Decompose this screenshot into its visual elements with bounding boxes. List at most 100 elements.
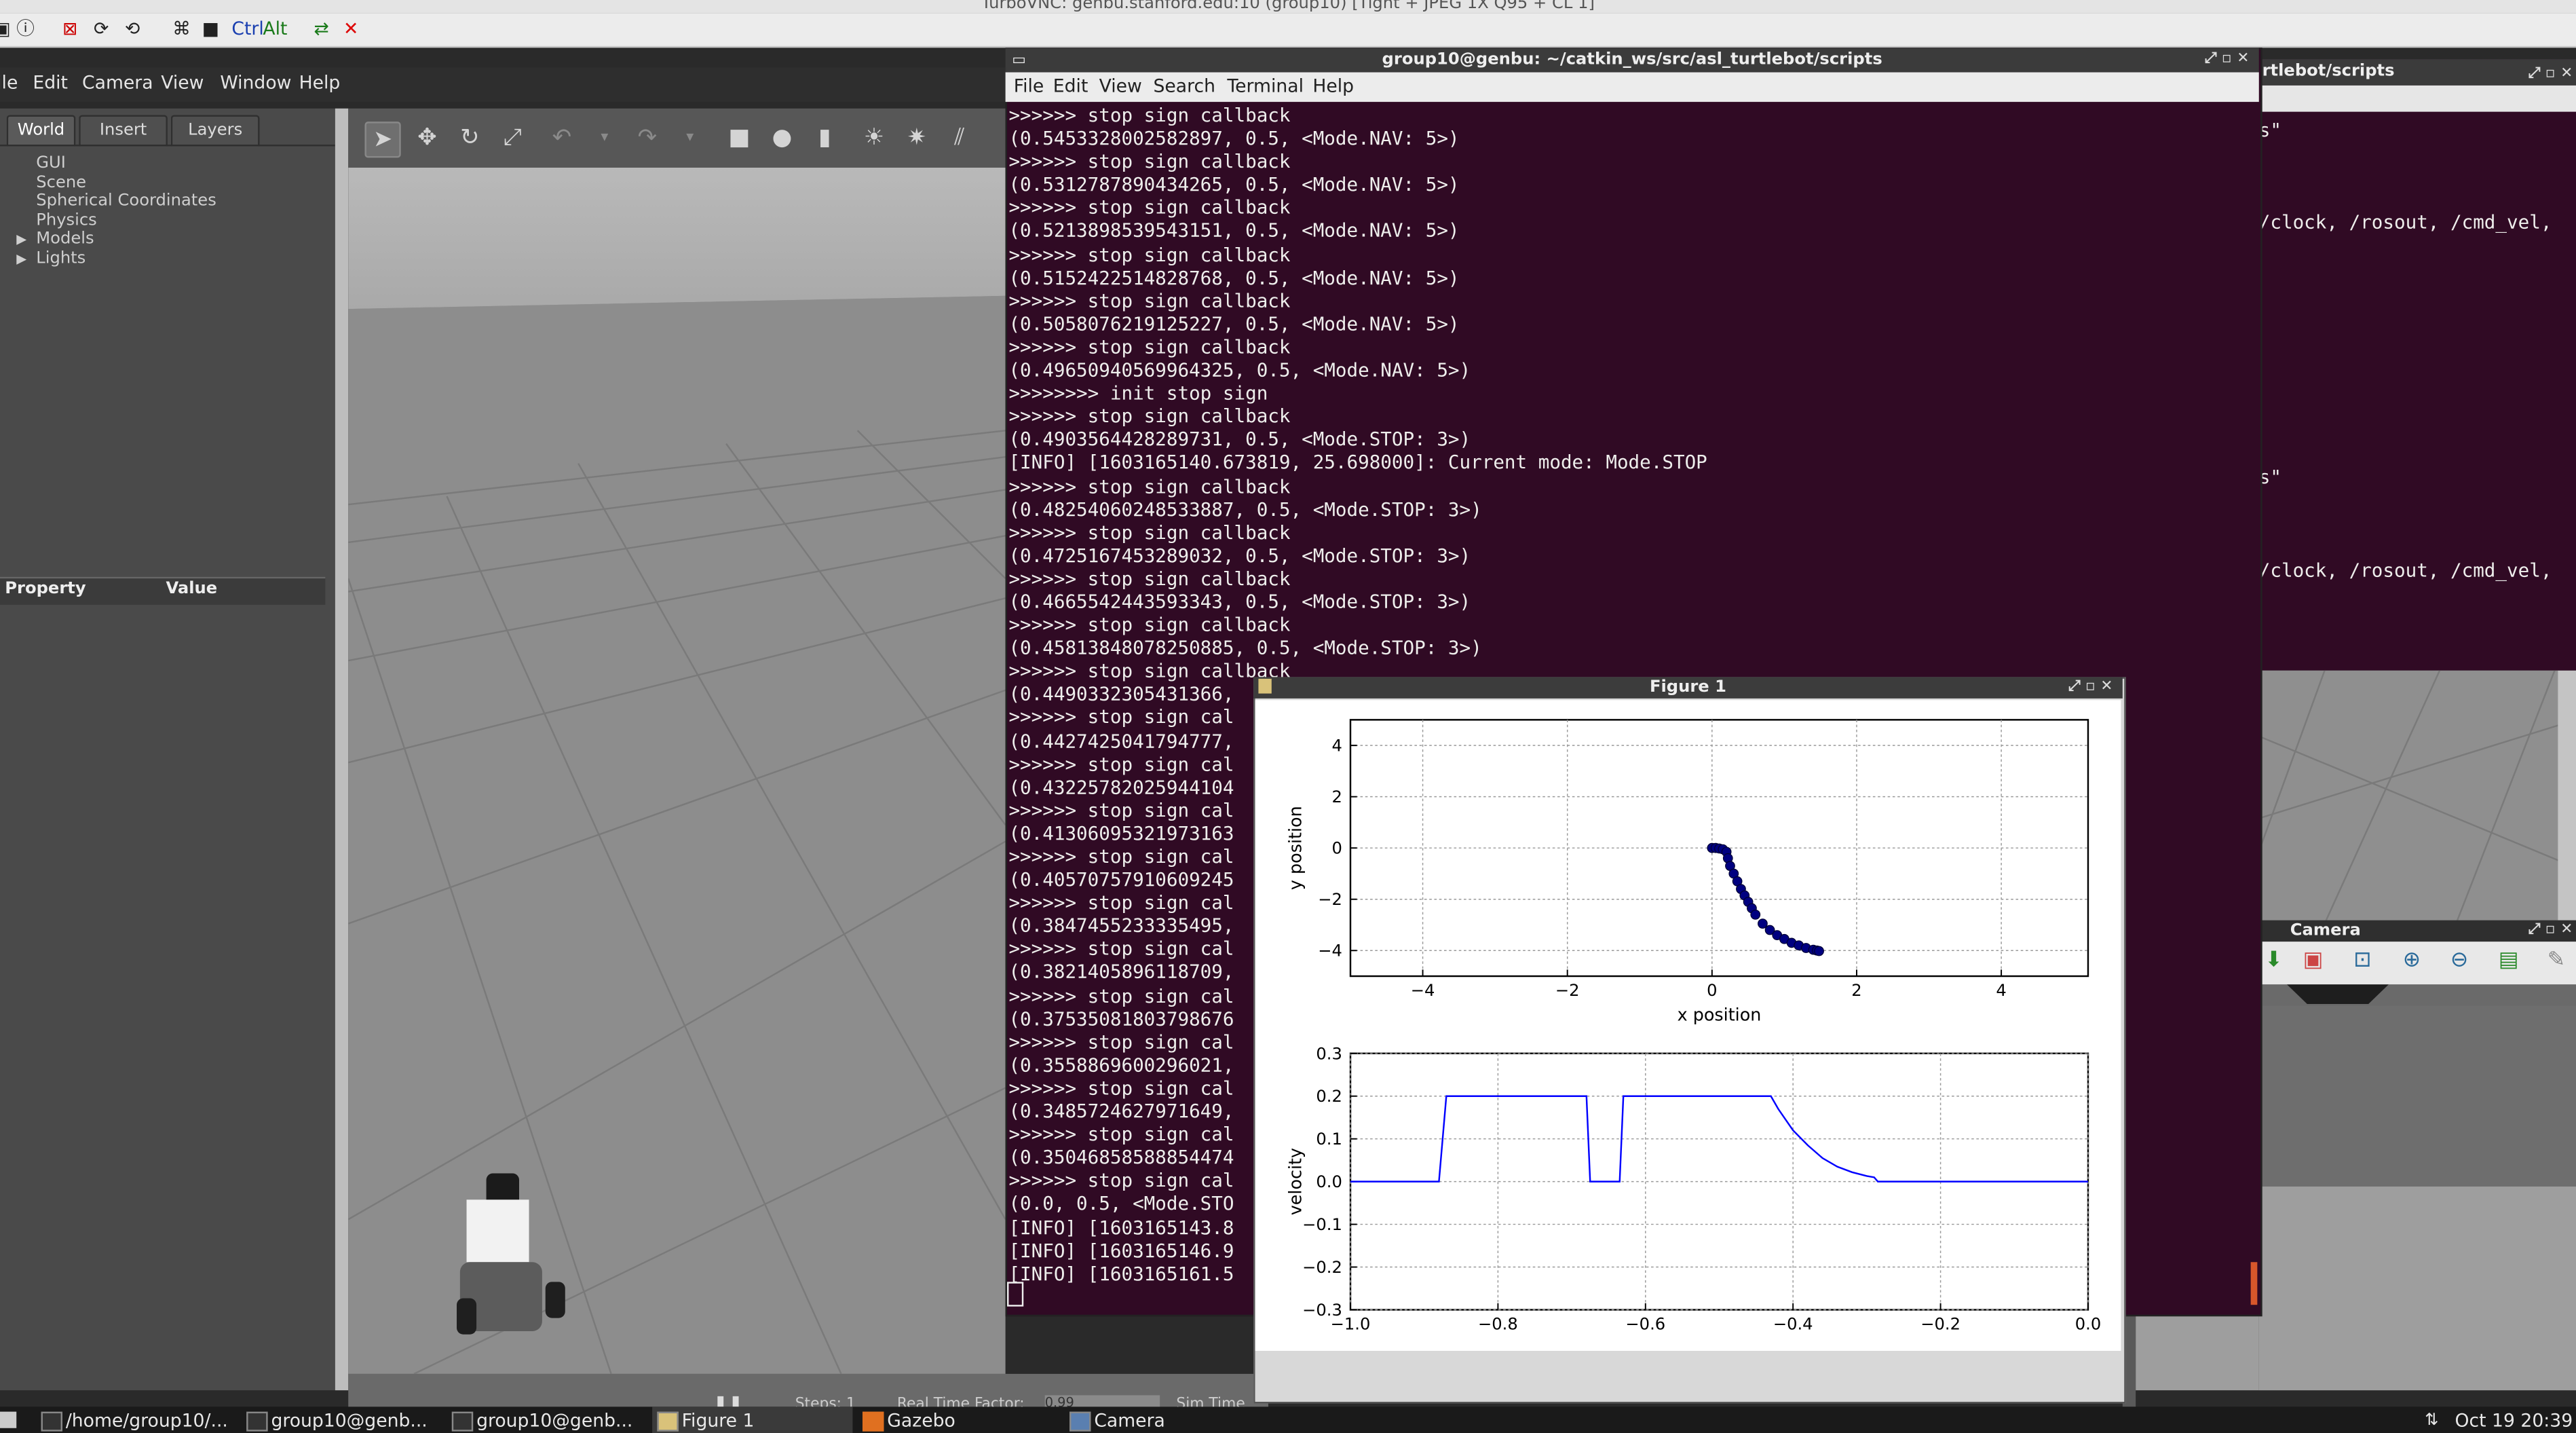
back-arrow-icon[interactable]: ⬇ xyxy=(2259,946,2289,976)
plot-1-xtick-label: −0.6 xyxy=(1625,1315,1665,1334)
info-icon[interactable]: ⓘ xyxy=(16,18,35,41)
disconnect-icon[interactable]: ✕ xyxy=(343,18,358,41)
task-figure-1[interactable]: Figure 1 xyxy=(652,1407,853,1433)
gazebo-3d-viewport[interactable] xyxy=(348,167,1006,1374)
terminal-menu-edit[interactable]: Edit xyxy=(1053,75,1088,96)
zoom-out-icon[interactable]: ⊖ xyxy=(2444,946,2474,976)
menu-window[interactable]: Window xyxy=(220,73,291,94)
tree-item-lights[interactable]: Lights xyxy=(36,249,86,268)
undo-icon[interactable]: ↶ xyxy=(546,122,578,154)
trajectory-point xyxy=(1758,918,1768,929)
terminal-title: group10@genbu: ~/catkin_ws/src/asl_turtl… xyxy=(1382,51,1882,69)
plot-1-ylabel: velocity xyxy=(1285,1148,1305,1215)
camera-feed-floor xyxy=(2258,1186,2576,1391)
settings-icon[interactable]: ✎ xyxy=(2541,946,2571,976)
expand-lights-icon[interactable]: ▶ xyxy=(16,249,26,268)
terminal-line: (0.48254060248533887, 0.5, <Mode.STOP: 3… xyxy=(1008,497,1482,521)
rotate-mode-icon[interactable]: ↻ xyxy=(453,122,486,154)
refresh-lossless-icon[interactable]: ⟲ xyxy=(125,18,140,41)
terminal-scrollbar[interactable] xyxy=(2250,1262,2258,1305)
panel-splitter[interactable] xyxy=(335,108,349,1391)
plot-1-ytick-label: −0.2 xyxy=(1302,1258,1342,1277)
disk-icon[interactable]: ▣ xyxy=(0,18,11,41)
task-terminal-1[interactable]: group10@genb... xyxy=(242,1407,428,1433)
terminal-line: (0.5453328002582897, 0.5, <Mode.NAV: 5>) xyxy=(1008,126,1460,150)
refresh-icon[interactable]: ⟳ xyxy=(94,18,109,41)
terminal-menu-search[interactable]: Search xyxy=(1153,75,1215,96)
terminal-menu-terminal[interactable]: Terminal xyxy=(1227,75,1304,96)
task-home-folder-label: /home/group10/... xyxy=(65,1410,228,1432)
save-icon[interactable]: ▤ xyxy=(2494,946,2524,976)
directional-light-icon[interactable]: ⫽ xyxy=(943,122,976,154)
terminal-task-icon xyxy=(451,1411,474,1432)
terminal-line: (0.4903564428289731, 0.5, <Mode.STOP: 3>… xyxy=(1008,428,1471,451)
plot-0-ytick-label: 2 xyxy=(1332,787,1342,806)
tab-insert[interactable]: Insert xyxy=(79,115,168,147)
background-terminal-title: rtlebot/scripts ⤢ ▫ ✕ xyxy=(2258,59,2576,88)
task-gazebo[interactable]: Gazebo xyxy=(858,1407,955,1433)
menu-file[interactable]: ile xyxy=(0,73,18,94)
tree-item-physics[interactable]: Physics xyxy=(36,211,97,230)
redo-history-icon[interactable]: ▾ xyxy=(674,122,706,154)
select-mode-icon[interactable]: ➤ xyxy=(364,122,401,158)
terminal-menu-help[interactable]: Help xyxy=(1312,75,1354,96)
translate-mode-icon[interactable]: ✥ xyxy=(411,122,443,154)
image-icon[interactable]: ▣ xyxy=(2298,946,2328,976)
terminal-line: >>>>>> stop sign callback xyxy=(1008,289,1291,312)
ctrl-alt-del-icon[interactable]: ⌘ xyxy=(172,18,191,41)
expand-models-icon[interactable]: ▶ xyxy=(16,230,26,249)
figure-title-bar: Figure 1 ⤢ ▫ ✕ xyxy=(1253,677,2123,699)
tree-item-scene[interactable]: Scene xyxy=(36,173,86,192)
terminal-line: >>>>>> stop sign callback xyxy=(1008,613,1291,637)
gazebo-left-panel xyxy=(0,108,335,1391)
tree-item-spherical-coordinates[interactable]: Spherical Coordinates xyxy=(36,192,216,211)
turtlebot-model[interactable] xyxy=(450,1170,598,1351)
fullscreen-icon[interactable]: ⊠ xyxy=(62,18,77,41)
terminal-menu-view[interactable]: View xyxy=(1099,75,1142,96)
window-controls-icon[interactable]: ⤢ ▫ ✕ xyxy=(2528,61,2573,88)
terminal-window-controls-icon[interactable]: ⤢ ▫ ✕ xyxy=(2205,48,2250,72)
transfer-icon[interactable]: ⇄ xyxy=(314,18,328,41)
terminal-menu-file[interactable]: File xyxy=(1014,75,1044,96)
tree-item-gui[interactable]: GUI xyxy=(36,155,66,174)
task-camera-label: Camera xyxy=(1094,1410,1165,1432)
task-terminal-2[interactable]: group10@genb... xyxy=(447,1407,632,1433)
menu-edit[interactable]: Edit xyxy=(33,73,68,94)
menu-camera[interactable]: Camera xyxy=(82,73,153,94)
terminal-line: /clock, /rosout, /cmd_vel, xyxy=(2258,210,2552,234)
redo-icon[interactable]: ↷ xyxy=(631,122,664,154)
task-home-folder[interactable]: /home/group10/... xyxy=(36,1407,228,1433)
tree-item-models[interactable]: Models xyxy=(36,230,94,249)
tab-layers[interactable]: Layers xyxy=(170,115,260,147)
menu-start-icon[interactable] xyxy=(0,1411,17,1428)
plot-1-xtick-label: −0.8 xyxy=(1478,1315,1518,1334)
zoom-fit-icon[interactable]: ⊡ xyxy=(2347,946,2377,976)
ctrl-key-button[interactable]: Ctrl xyxy=(231,18,263,41)
undo-history-icon[interactable]: ▾ xyxy=(588,122,621,154)
zoom-in-icon[interactable]: ⊕ xyxy=(2397,946,2427,976)
tab-world[interactable]: World xyxy=(6,115,76,147)
sphere-shape-icon[interactable]: ● xyxy=(765,122,798,154)
figure-window-controls-icon[interactable]: ⤢ ▫ ✕ xyxy=(2068,677,2113,698)
plot-1-ytick-label: 0.3 xyxy=(1316,1044,1342,1063)
box-shape-icon[interactable]: ■ xyxy=(723,122,755,154)
spot-light-icon[interactable]: ✷ xyxy=(901,122,933,154)
menu-help[interactable]: Help xyxy=(299,73,341,94)
scale-mode-icon[interactable]: ⤢ xyxy=(496,122,529,154)
plot-0-ytick-label: 0 xyxy=(1332,839,1342,858)
camera-window-controls-icon[interactable]: ⤢ ▫ ✕ xyxy=(2528,920,2573,942)
terminal-line: >>>>>> stop sign callback xyxy=(1008,474,1291,498)
plot-0-ylabel: y position xyxy=(1285,806,1305,890)
network-icon[interactable]: ⇅ xyxy=(2425,1407,2438,1433)
plot-0-xtick-label: 2 xyxy=(1851,981,1861,1000)
cylinder-shape-icon[interactable]: ▮ xyxy=(808,122,841,154)
task-camera[interactable]: Camera xyxy=(1065,1407,1165,1433)
menu-view[interactable]: View xyxy=(161,73,204,94)
alt-key-button[interactable]: Alt xyxy=(263,18,287,41)
clock: Oct 19 20:39 xyxy=(2455,1410,2573,1432)
screenshot-icon[interactable]: ■ xyxy=(202,18,219,41)
point-light-icon[interactable]: ☀ xyxy=(858,122,890,154)
